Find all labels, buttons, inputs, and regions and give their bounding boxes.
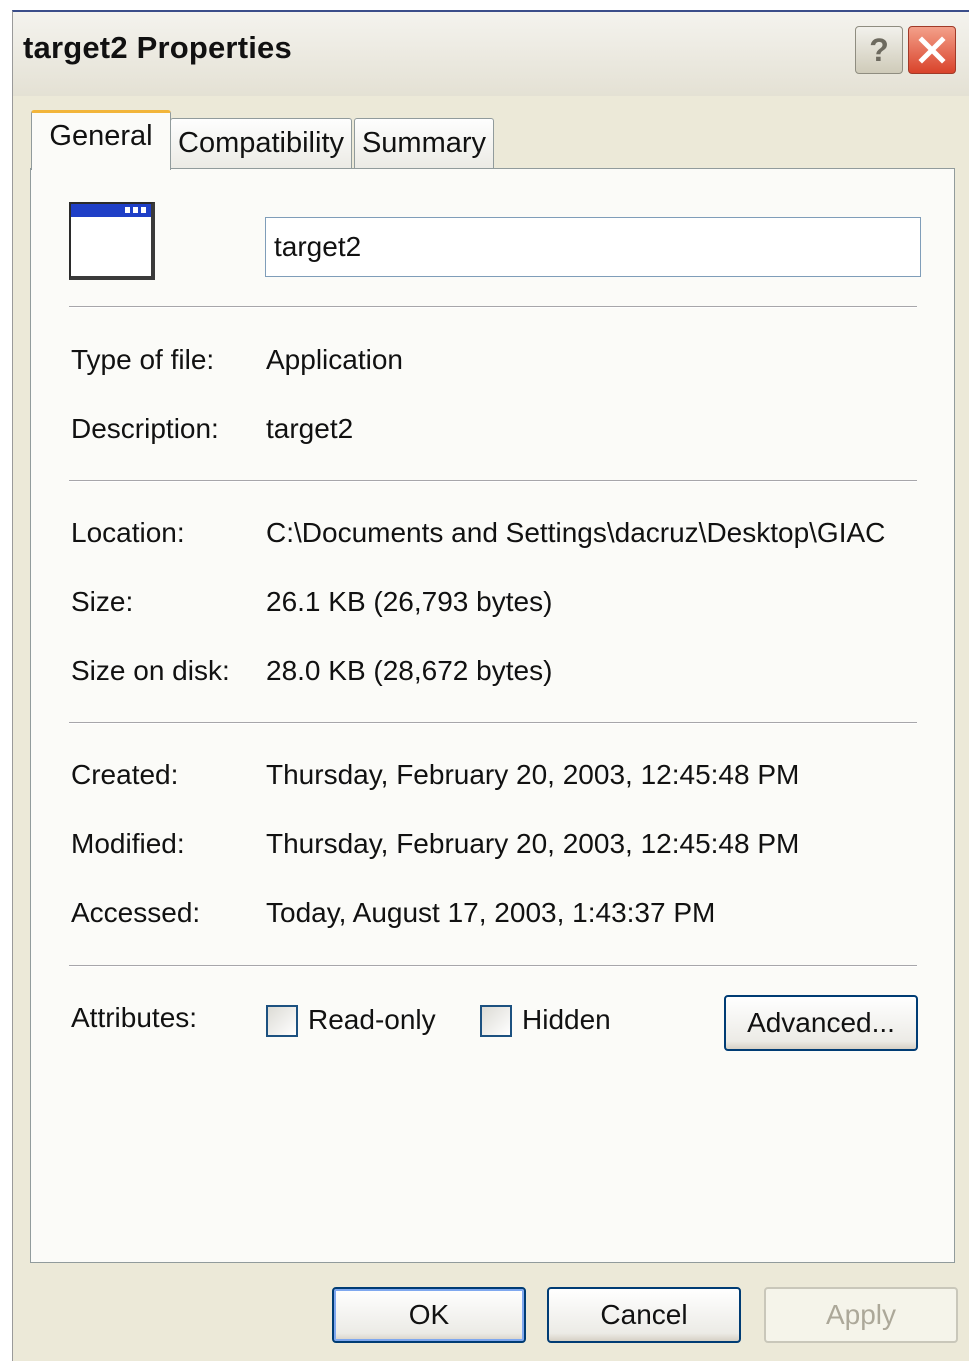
separator <box>69 722 917 724</box>
dialog-title: target2 Properties <box>23 30 292 65</box>
modified-label: Modified: <box>71 828 185 859</box>
tab-general-label: General <box>49 120 153 152</box>
location-label: Location: <box>71 517 185 548</box>
type-of-file-label: Type of file: <box>71 344 215 375</box>
cancel-button[interactable]: Cancel <box>547 1287 741 1343</box>
size-on-disk-value: 28.0 KB (28,672 bytes) <box>266 655 553 686</box>
apply-button[interactable]: Apply <box>764 1287 958 1343</box>
modified-value: Thursday, February 20, 2003, 12:45:48 PM <box>266 828 800 859</box>
size-on-disk-label: Size on disk: <box>71 655 230 686</box>
close-button[interactable] <box>908 26 956 74</box>
size-value: 26.1 KB (26,793 bytes) <box>266 586 553 617</box>
accessed-value: Today, August 17, 2003, 1:43:37 PM <box>266 897 716 928</box>
created-label: Created: <box>71 759 179 790</box>
advanced-button[interactable]: Advanced... <box>724 995 918 1051</box>
hidden-checkbox[interactable] <box>480 1005 512 1037</box>
read-only-label[interactable]: Read-only <box>308 1004 436 1036</box>
tab-general[interactable]: General <box>31 110 171 170</box>
type-of-file-value: Application <box>266 344 403 375</box>
separator <box>69 306 917 308</box>
tab-compatibility[interactable]: Compatibility <box>170 118 352 170</box>
properties-dialog: target2 Properties ? General Compatibili… <box>12 10 969 1361</box>
accessed-label: Accessed: <box>71 897 201 928</box>
description-value: target2 <box>266 413 354 444</box>
file-name-input[interactable] <box>265 217 921 277</box>
help-icon: ? <box>869 31 889 68</box>
hidden-label[interactable]: Hidden <box>522 1004 611 1036</box>
tab-summary[interactable]: Summary <box>354 118 494 170</box>
attributes-label: Attributes: <box>71 1002 198 1033</box>
ok-button[interactable]: OK <box>332 1287 526 1343</box>
read-only-checkbox[interactable] <box>266 1005 298 1037</box>
close-icon <box>918 36 946 64</box>
created-value: Thursday, February 20, 2003, 12:45:48 PM <box>266 759 800 790</box>
location-value: C:\Documents and Settings\dacruz\Desktop… <box>266 517 886 548</box>
tab-compatibility-label: Compatibility <box>178 127 344 159</box>
separator <box>69 965 917 967</box>
general-tab-panel <box>30 168 955 1263</box>
title-bar[interactable]: target2 Properties ? <box>13 12 969 96</box>
separator <box>69 480 917 482</box>
tab-summary-label: Summary <box>361 127 487 159</box>
application-window-icon <box>69 202 155 280</box>
description-label: Description: <box>71 413 219 444</box>
size-label: Size: <box>71 586 134 617</box>
help-button[interactable]: ? <box>855 26 903 74</box>
